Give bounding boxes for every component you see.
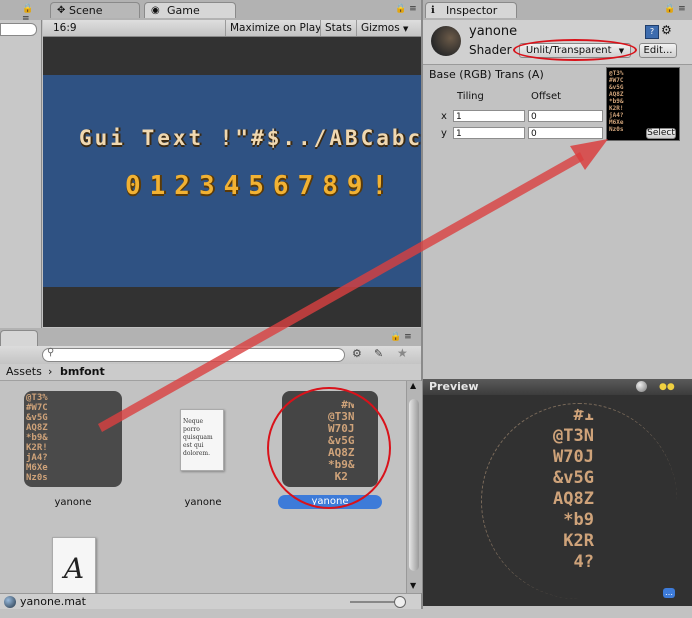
- panel-menu-icon[interactable]: 🔒 ≡: [395, 4, 419, 16]
- offset-x-field[interactable]: 0: [528, 110, 603, 122]
- help-book-icon[interactable]: ?: [645, 25, 659, 39]
- scroll-up-icon[interactable]: ▲: [410, 381, 416, 390]
- project-status-bar: yanone.mat: [0, 593, 421, 610]
- preview-help-icon[interactable]: …: [663, 588, 675, 598]
- offset-y-field[interactable]: 0: [528, 127, 603, 139]
- selection-highlight-circle: [267, 387, 391, 509]
- font-file-icon: A: [52, 537, 96, 593]
- project-scrollbar[interactable]: ▲ ▼: [406, 381, 422, 593]
- gizmos-dropdown[interactable]: Gizmos ▼: [356, 20, 421, 36]
- edit-shader-label: Edit...: [643, 45, 673, 56]
- project-grid: @T3% #W7C &v5G AQ8Z *b9& K2R! jA4? M6Xe …: [0, 381, 406, 593]
- tiling-y-field[interactable]: 1: [453, 127, 525, 139]
- x-label: x: [441, 111, 447, 122]
- item-label: yanone: [54, 497, 92, 508]
- filter-label-icon[interactable]: ✎: [374, 347, 383, 360]
- font-glyph: A: [63, 552, 85, 585]
- tab-project[interactable]: [0, 330, 38, 346]
- scroll-down-icon[interactable]: ▼: [410, 581, 416, 590]
- hierarchy-search-input[interactable]: [0, 23, 37, 36]
- list-item[interactable]: A: [20, 531, 126, 593]
- tab-scene[interactable]: ✥ Scene: [50, 2, 140, 18]
- preview-title: Preview: [429, 380, 479, 393]
- game-viewport: Gui Text !"#$../ABCabcg 0123456789!: [43, 37, 421, 327]
- texture-thumb-glyphs: @T3% #W7C &v5G AQ8Z *b9& K2R! jA4? M6Xe …: [26, 393, 48, 483]
- breadcrumb: Assets › bmfont: [0, 364, 421, 381]
- inspector-menu-icon[interactable]: 🔒 ≡: [664, 4, 688, 16]
- stats-label: Stats: [325, 22, 352, 34]
- tab-inspector-label: Inspector: [446, 4, 498, 17]
- texture-thumbnail: @T3% #W7C &v5G AQ8Z *b9& K2R! jA4? M6Xe …: [24, 391, 122, 487]
- chevron-down-icon: ▼: [403, 25, 409, 33]
- gui-text-line: Gui Text !"#$../ABCabcg: [79, 126, 421, 150]
- edit-shader-button[interactable]: Edit...: [639, 43, 677, 58]
- info-icon: ℹ: [431, 5, 435, 16]
- texture-select-label: Select: [647, 128, 675, 138]
- texture-glyph-atlas: @T3% #W7C &v5G AQ8Z *b9& K2R! jA4? M6Xe …: [609, 70, 624, 133]
- preview-area: #1 @T3N W70J &v5G AQ8Z *b9 K2R 4? …: [423, 395, 692, 606]
- left-panel-menu-icon[interactable]: 🔒 ≡: [22, 4, 42, 24]
- list-item[interactable]: Neque porro quisquam est qui dolorem. ya…: [150, 389, 256, 508]
- material-name: yanone: [469, 24, 518, 39]
- slider-handle[interactable]: [394, 596, 406, 608]
- texture-property-label: Base (RGB) Trans (A): [429, 68, 544, 81]
- preview-header: Preview ●●: [423, 379, 692, 395]
- game-camera-area: Gui Text !"#$../ABCabcg 0123456789!: [43, 75, 421, 287]
- scene-icon: ✥: [57, 5, 66, 16]
- game-icon: ◉: [151, 5, 160, 16]
- search-icon: ⚲: [47, 347, 55, 358]
- document-text: Neque porro quisquam est qui dolorem.: [183, 418, 213, 457]
- document-icon: Neque porro quisquam est qui dolorem.: [180, 409, 224, 471]
- scroll-thumb[interactable]: [409, 399, 419, 571]
- material-file-icon: [4, 596, 16, 608]
- shader-highlight-circle: [513, 39, 637, 61]
- texture-select-button[interactable]: Select: [646, 128, 676, 139]
- project-search-input[interactable]: ⚲: [42, 347, 345, 362]
- tab-scene-label: Scene: [69, 4, 103, 17]
- bottom-border: [0, 609, 692, 618]
- preview-sphere-icon[interactable]: [636, 381, 647, 392]
- offset-label: Offset: [531, 91, 562, 102]
- tiling-label: Tiling: [457, 91, 484, 102]
- project-toolbar: ⚲ ⚙ ✎ ★: [0, 346, 421, 365]
- status-filename: yanone.mat: [20, 595, 86, 608]
- inspector-panel: yanone Shader Unlit/Transparent ▼ ? ⚙ Ed…: [423, 20, 692, 378]
- favorite-star-icon[interactable]: ★: [397, 346, 408, 360]
- breadcrumb-separator-icon: ›: [48, 365, 53, 378]
- filter-type-icon[interactable]: ⚙: [352, 347, 362, 360]
- tab-game-label: Game: [167, 4, 200, 17]
- y-label: y: [441, 128, 447, 139]
- list-item[interactable]: @T3% #W7C &v5G AQ8Z *b9& K2R! jA4? M6Xe …: [20, 389, 126, 508]
- maximize-on-play-toggle[interactable]: Maximize on Play: [225, 20, 322, 36]
- tab-game[interactable]: ◉ Game: [144, 2, 236, 18]
- aspect-dropdown[interactable]: 16:9: [43, 20, 225, 36]
- material-sphere-icon: [431, 26, 461, 56]
- shader-label: Shader: [469, 43, 512, 57]
- aspect-label: 16:9: [53, 22, 77, 34]
- gui-digits-line: 0123456789!: [125, 171, 397, 201]
- preview-light-icon[interactable]: ●●: [659, 382, 675, 392]
- gizmos-label: Gizmos: [361, 22, 400, 34]
- item-label: yanone: [184, 497, 222, 508]
- stats-toggle[interactable]: Stats: [320, 20, 356, 36]
- maximize-label: Maximize on Play: [230, 22, 322, 34]
- game-toolbar: 16:9 Maximize on Play Stats Gizmos ▼: [43, 20, 421, 37]
- settings-gear-icon[interactable]: ⚙: [661, 23, 675, 37]
- project-menu-icon[interactable]: 🔒 ≡: [390, 332, 418, 344]
- tiling-x-field[interactable]: 1: [453, 110, 525, 122]
- breadcrumb-assets[interactable]: Assets: [6, 365, 42, 378]
- tab-inspector[interactable]: ℹ Inspector: [425, 2, 517, 18]
- breadcrumb-bmfont[interactable]: bmfont: [60, 365, 105, 378]
- hierarchy-panel: [0, 20, 42, 328]
- project-tab-strip: [0, 328, 421, 346]
